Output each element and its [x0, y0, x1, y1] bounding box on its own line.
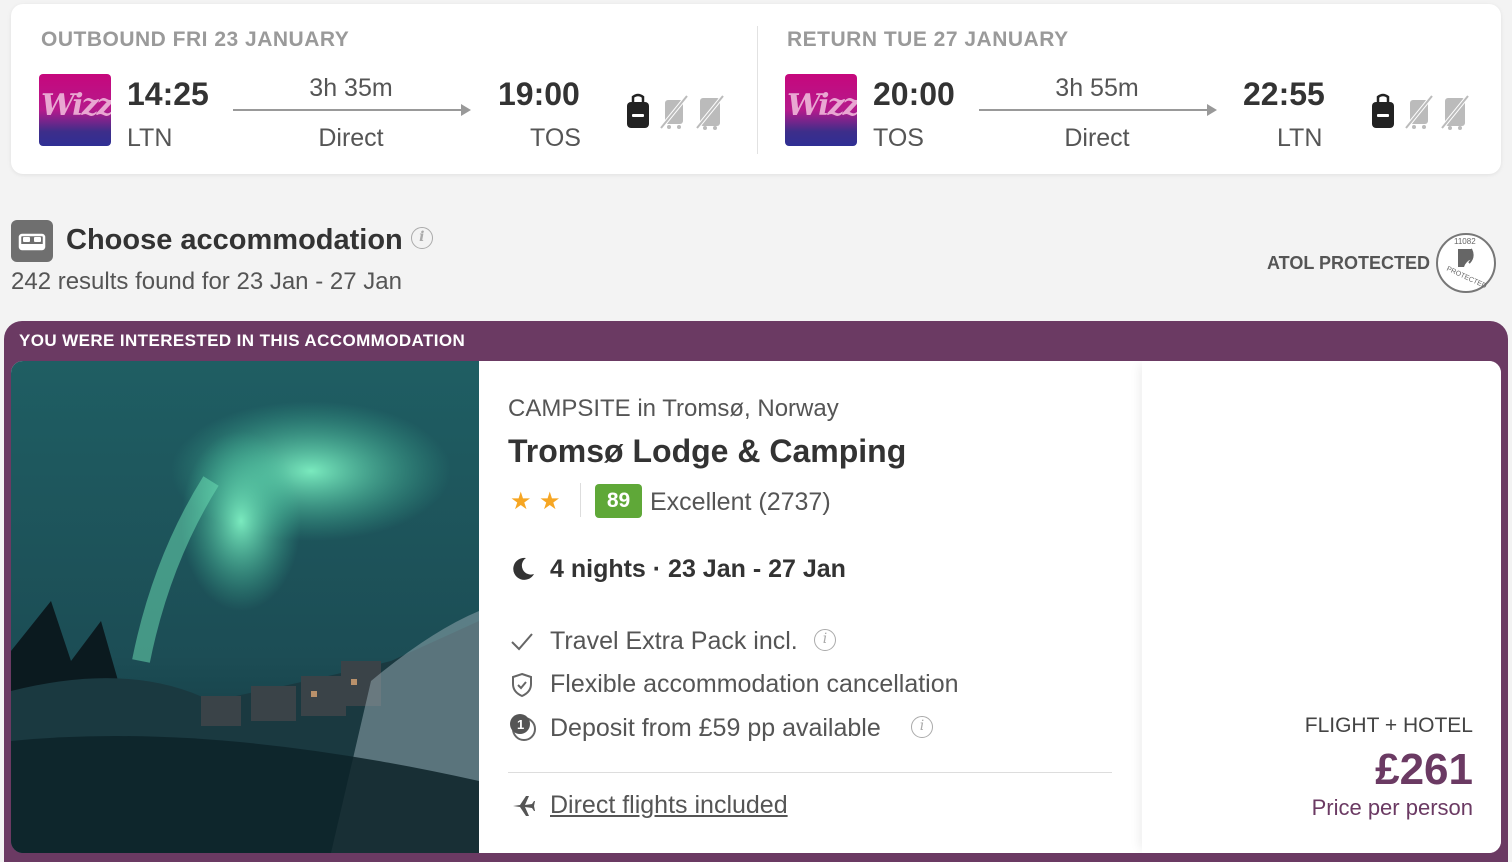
- feature-flexible-cancellation: Flexible accommodation cancellation: [508, 668, 1128, 700]
- plane-icon: [513, 796, 535, 816]
- return-title: RETURN TUE 27 JANUARY: [787, 28, 1069, 51]
- hotel-info: CAMPSITE in Tromsø, Norway Tromsø Lodge …: [508, 361, 1148, 853]
- airline-logo: Wizz: [39, 74, 111, 146]
- review-score-badge: 89: [595, 484, 642, 518]
- stay-duration: 4 nights · 23 Jan - 27 Jan: [508, 553, 1128, 585]
- check-icon: [511, 633, 533, 651]
- nights-text: 4 nights · 23 Jan - 27 Jan: [550, 555, 846, 583]
- no-checked-bag-icon: [1440, 94, 1470, 130]
- return-stops: Direct: [1064, 124, 1130, 152]
- bed-icon: [11, 220, 53, 262]
- outbound-arrive-time: 19:00: [498, 76, 580, 112]
- no-checked-bag-icon: [695, 94, 725, 130]
- flight-arrow: [979, 104, 1217, 116]
- shield-check-icon: [512, 672, 532, 698]
- svg-text:11082: 11082: [1454, 237, 1476, 246]
- feature-text: Flexible accommodation cancellation: [550, 670, 959, 698]
- return-leg[interactable]: RETURN TUE 27 JANUARY Wizz 20:00 TOS 3h …: [757, 4, 1487, 174]
- feature-text: Deposit from £59 pp available: [550, 714, 881, 742]
- featured-label: YOU WERE INTERESTED IN THIS ACCOMMODATIO…: [19, 331, 466, 350]
- outbound-duration: 3h 35m: [309, 74, 393, 102]
- return-duration: 3h 55m: [1055, 74, 1139, 102]
- review-score-text[interactable]: Excellent (2737): [650, 488, 831, 517]
- info-icon[interactable]: i: [911, 716, 933, 738]
- svg-text:PROTECTED: PROTECTED: [1445, 266, 1487, 291]
- moon-icon: [513, 557, 534, 580]
- outbound-depart-code: LTN: [127, 124, 173, 152]
- price-per-person: Price per person: [1311, 795, 1473, 820]
- featured-accommodation: YOU WERE INTERESTED IN THIS ACCOMMODATIO…: [4, 321, 1508, 862]
- outbound-stops: Direct: [318, 124, 384, 152]
- hotel-photo[interactable]: [11, 361, 479, 853]
- direct-flights-link[interactable]: Direct flights included: [550, 791, 788, 820]
- star-icon: ★: [539, 488, 561, 515]
- outbound-leg[interactable]: OUTBOUND FRI 23 JANUARY Wizz 14:25 LTN 3…: [11, 4, 741, 174]
- feature-deposit: 1 Deposit from £59 pp available i: [508, 712, 1128, 744]
- divider: [508, 772, 1112, 773]
- star-icon: ★: [510, 488, 532, 515]
- coins-icon: 1: [510, 714, 536, 741]
- svg-text:1: 1: [517, 717, 524, 732]
- flight-arrow: [233, 104, 471, 116]
- return-depart-time: 20:00: [873, 76, 955, 112]
- rating-divider: [580, 483, 581, 517]
- outbound-arrive-code: TOS: [530, 124, 581, 152]
- hotel-type: CAMPSITE in Tromsø, Norway: [508, 395, 839, 422]
- price-amount: £261: [1375, 745, 1473, 794]
- no-cabin-bag-icon: [1404, 94, 1434, 130]
- atol-logo: 11082 PROTECTED: [1436, 233, 1496, 293]
- price-panel[interactable]: FLIGHT + HOTEL £261 Price per person: [1142, 361, 1501, 853]
- info-icon[interactable]: i: [410, 227, 433, 250]
- airline-logo: Wizz: [785, 74, 857, 146]
- no-cabin-bag-icon: [659, 94, 689, 130]
- personal-bag-icon: [1372, 93, 1394, 128]
- rating-row: ★ ★ 89 Excellent (2737): [508, 483, 1128, 523]
- feature-text: Travel Extra Pack incl.: [550, 627, 798, 655]
- outbound-title: OUTBOUND FRI 23 JANUARY: [41, 28, 350, 51]
- hotel-card[interactable]: CAMPSITE in Tromsø, Norway Tromsø Lodge …: [11, 361, 1501, 853]
- info-icon[interactable]: i: [814, 629, 836, 651]
- results-count: 242 results found for 23 Jan - 27 Jan: [11, 268, 402, 295]
- personal-bag-icon: [627, 93, 649, 128]
- atol-label: ATOL PROTECTED: [1267, 253, 1431, 273]
- return-arrive-code: LTN: [1277, 124, 1323, 152]
- outbound-depart-time: 14:25: [127, 76, 209, 112]
- page-title: Choose accommodation i: [66, 224, 433, 257]
- hotel-name[interactable]: Tromsø Lodge & Camping: [508, 433, 906, 470]
- flight-summary-card: OUTBOUND FRI 23 JANUARY Wizz 14:25 LTN 3…: [11, 4, 1501, 174]
- feature-travel-extra: Travel Extra Pack incl. i: [508, 625, 1128, 657]
- return-arrive-time: 22:55: [1243, 76, 1325, 112]
- price-type: FLIGHT + HOTEL: [1304, 714, 1473, 737]
- return-depart-code: TOS: [873, 124, 924, 152]
